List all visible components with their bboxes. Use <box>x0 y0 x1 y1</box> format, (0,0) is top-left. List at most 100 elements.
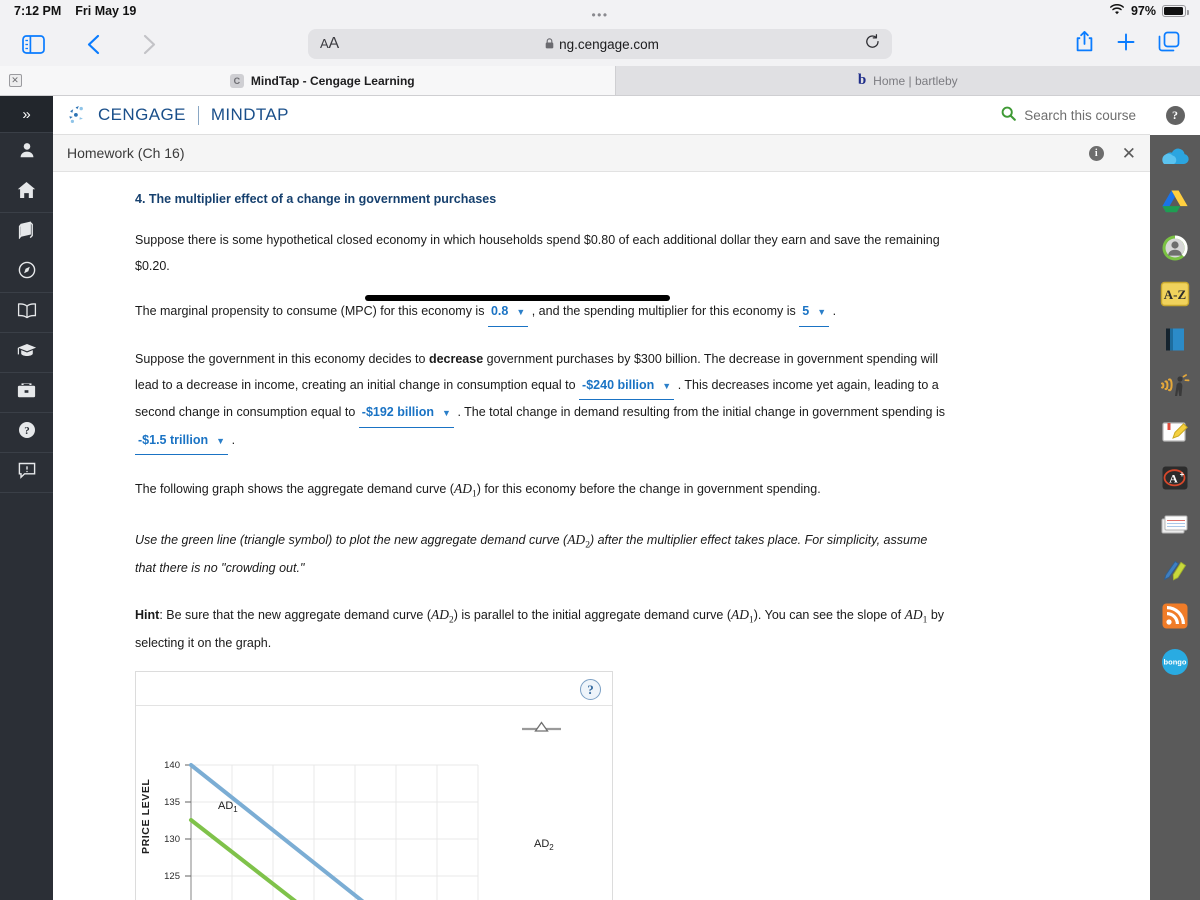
person-icon <box>18 141 36 164</box>
search-this-course-button[interactable]: Search this course <box>1001 106 1136 124</box>
status-date: Fri May 19 <box>75 4 137 18</box>
note-pen-icon <box>1161 420 1189 449</box>
right-item-rss[interactable] <box>1161 595 1189 641</box>
mpc-dropdown[interactable]: 0.8 ▼ <box>487 299 529 327</box>
mpc-dropdown-value: 0.8 <box>490 304 509 319</box>
close-icon[interactable]: ✕ <box>8 74 22 87</box>
aggregate-demand-chart[interactable]: 140 135 130 125 120 115 110 <box>136 706 612 900</box>
cengage-logo-icon <box>67 104 89 126</box>
sidebar-item-ebook[interactable] <box>0 212 53 252</box>
total-change-dropdown[interactable]: -$1.5 trillion ▼ <box>135 428 229 456</box>
svg-text:A: A <box>1169 471 1178 485</box>
reload-icon[interactable] <box>865 33 880 55</box>
browser-tab-mindtap[interactable]: C MindTap - Cengage Learning <box>30 66 615 95</box>
total-change-value: -$1.5 trillion <box>138 432 209 447</box>
decrease-emphasis: decrease <box>428 351 484 366</box>
rss-icon <box>1161 602 1189 635</box>
sidebar-item-compass[interactable] <box>0 252 53 292</box>
search-input[interactable]: Search this course <box>1024 108 1136 123</box>
sidebar-item-briefcase[interactable] <box>0 372 53 412</box>
right-item-highlighter-notes[interactable] <box>1161 411 1189 457</box>
sidebar-item-feedback[interactable] <box>0 452 53 492</box>
svg-text:135: 135 <box>164 797 180 808</box>
compass-icon <box>18 261 36 284</box>
cengage-logo: CENGAGE MINDTAP <box>67 104 289 126</box>
right-item-onedrive[interactable] <box>1160 135 1190 181</box>
horizontal-scrollbar[interactable] <box>365 295 670 301</box>
svg-text:+: + <box>1180 470 1185 479</box>
speaker-person-icon <box>1160 373 1190 403</box>
battery-percent: 97% <box>1130 4 1156 18</box>
paragraph-hint: Hint: Be sure that the new aggregate dem… <box>135 607 945 651</box>
sidebar-toggle-icon[interactable] <box>14 29 52 59</box>
graduation-cap-icon <box>17 342 37 363</box>
right-sidebar: ? A-Z A + bongo <box>1150 96 1200 900</box>
graph-help-icon[interactable]: ? <box>580 679 601 701</box>
right-item-read-aloud[interactable] <box>1160 365 1190 411</box>
right-item-ebook-blue[interactable] <box>1163 319 1187 365</box>
browser-tab-label: MindTap - Cengage Learning <box>250 73 415 88</box>
initial-change-dropdown[interactable]: -$240 billion ▼ <box>579 373 675 401</box>
book-icon <box>18 221 36 244</box>
svg-text:A-Z: A-Z <box>1164 287 1187 302</box>
chevron-down-icon: ▼ <box>442 408 451 419</box>
info-icon[interactable]: i <box>1088 145 1104 161</box>
multiplier-dropdown[interactable]: 5 ▼ <box>799 299 830 327</box>
assignment-bar: Homework (Ch 16) i ✕ <box>53 135 1150 172</box>
text-size-button[interactable]: AA <box>320 35 339 53</box>
safari-toolbar: ••• AA ng.cengage.com <box>0 8 1200 66</box>
sidebar-expand-button[interactable]: » <box>0 96 53 132</box>
bongo-icon: bongo <box>1161 648 1189 681</box>
plus-icon[interactable] <box>1116 32 1136 57</box>
second-change-dropdown[interactable]: -$192 billion ▼ <box>358 400 454 428</box>
left-sidebar: » ? <box>0 96 53 900</box>
a-plus-icon: A + <box>1161 465 1189 496</box>
ad2-legend-label: AD2 <box>534 838 554 853</box>
right-item-pen-highlighter[interactable] <box>1161 549 1189 595</box>
graph-panel[interactable]: ? PRICE LEVEL 140 135 130 125 AD1 AD2 <box>135 671 613 900</box>
browser-tab-bartleby[interactable]: b Home | bartleby <box>614 66 1200 95</box>
close-icon[interactable]: ✕ <box>1122 145 1136 162</box>
wifi-icon <box>1109 3 1125 19</box>
sidebar-item-reader[interactable] <box>0 292 53 332</box>
right-item-dictionary[interactable]: A-Z <box>1160 273 1190 319</box>
home-icon <box>17 181 36 204</box>
back-chevron-icon[interactable] <box>74 29 112 59</box>
sidebar-item-help[interactable]: ? <box>0 412 53 452</box>
forward-chevron-icon[interactable] <box>130 29 168 59</box>
sidebar-item-profile[interactable] <box>0 132 53 172</box>
product-name: MINDTAP <box>210 105 289 124</box>
status-time: 7:12 PM <box>14 4 62 18</box>
question-mark-icon: ? <box>18 421 36 444</box>
right-item-google-drive[interactable] <box>1161 181 1189 227</box>
chevron-down-icon: ▼ <box>817 307 827 318</box>
bartleby-favicon-icon: b <box>857 72 867 88</box>
briefcase-icon <box>17 382 36 404</box>
right-item-grade-plus[interactable]: A + <box>1161 457 1189 503</box>
tabs-overview-icon[interactable] <box>1158 31 1180 57</box>
address-bar[interactable]: AA ng.cengage.com <box>308 29 892 59</box>
right-item-account-status[interactable] <box>1161 227 1189 273</box>
svg-text:140: 140 <box>164 760 180 771</box>
lock-icon <box>545 37 554 52</box>
help-button[interactable]: ? <box>1150 96 1200 135</box>
right-item-flashcards[interactable] <box>1160 503 1190 549</box>
graph-toolbar: ? <box>136 672 612 707</box>
second-change-value: -$192 billion <box>361 405 435 420</box>
initial-change-value: -$240 billion <box>582 377 655 392</box>
browser-tab-label: Home | bartleby <box>873 73 958 88</box>
sidebar-item-grades[interactable] <box>0 332 53 372</box>
share-icon[interactable] <box>1075 30 1094 58</box>
message-alert-icon <box>18 462 36 484</box>
tab-group-dots: ••• <box>591 8 609 22</box>
main-column: CENGAGE MINDTAP Search this course Homew… <box>53 96 1150 900</box>
svg-text:bongo: bongo <box>1164 657 1187 666</box>
right-item-bongo[interactable]: bongo <box>1161 641 1189 687</box>
ad1-curve-label: AD1 <box>218 800 238 815</box>
paragraph-graph-intro: The following graph shows the aggregate … <box>135 481 821 501</box>
url-text: ng.cengage.com <box>559 36 659 52</box>
graph-plot-area[interactable]: PRICE LEVEL 140 135 130 125 AD1 AD2 <box>136 706 612 900</box>
help-icon: ? <box>1165 106 1185 125</box>
tab-close-button[interactable]: ✕ <box>0 66 30 95</box>
sidebar-item-home[interactable] <box>0 172 53 212</box>
